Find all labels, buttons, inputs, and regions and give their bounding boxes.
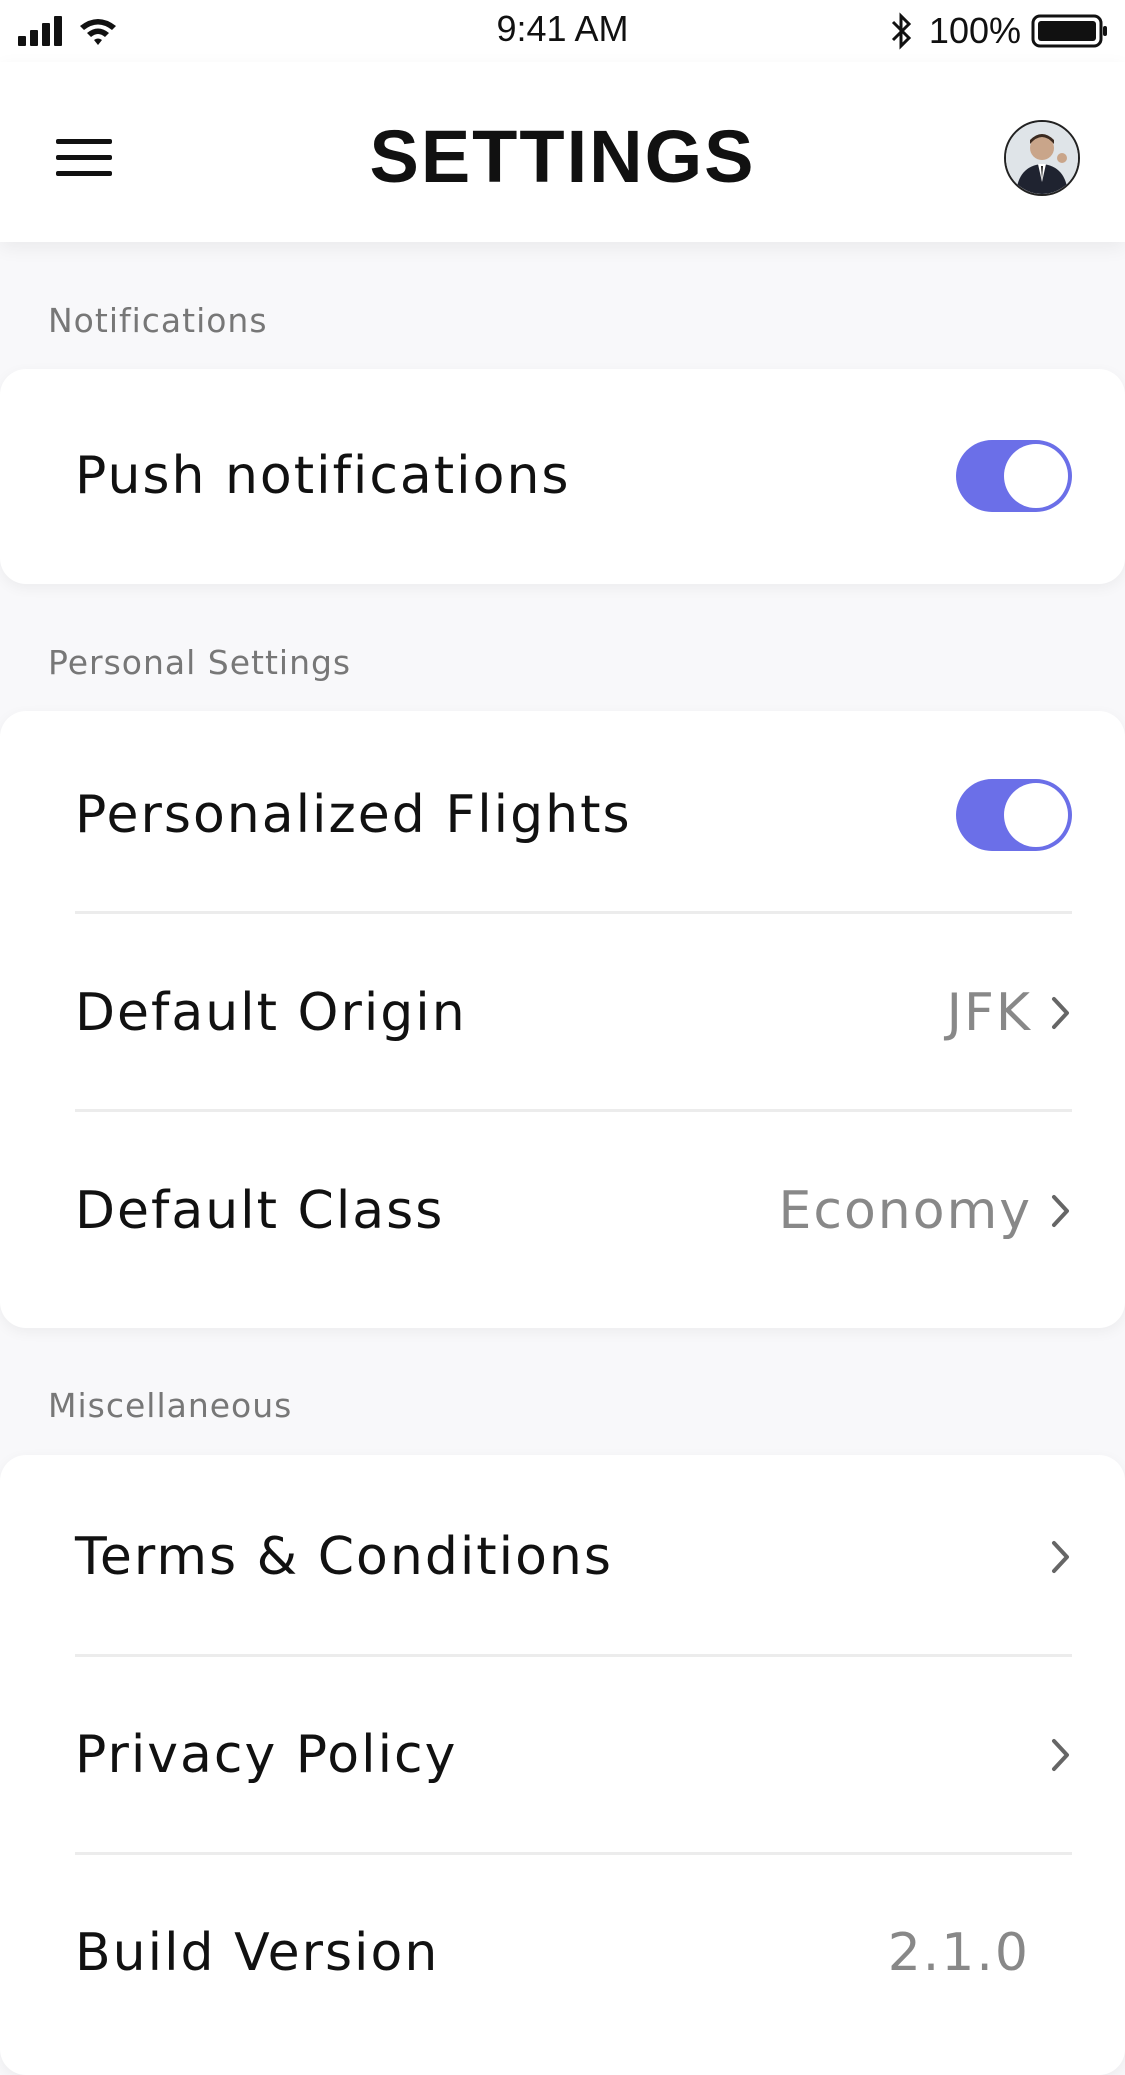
battery-percent: 100%: [928, 10, 1021, 51]
battery-icon: [1031, 14, 1107, 48]
terms-label: Terms & Conditions: [75, 1527, 613, 1587]
privacy-policy-row[interactable]: Privacy Policy: [75, 1656, 1072, 1854]
build-version-value: 2.1.0: [887, 1923, 1030, 1983]
chevron-right-icon: [1052, 997, 1069, 1029]
push-notifications-row: Push notifications: [75, 377, 1072, 575]
personalized-flights-row: Personalized Flights: [75, 716, 1072, 914]
push-notifications-label: Push notifications: [75, 446, 571, 506]
chevron-right-icon: [1052, 1541, 1069, 1573]
page-title: SETTINGS: [369, 115, 756, 198]
default-origin-value: JFK: [946, 983, 1032, 1043]
default-class-row[interactable]: Default Class Economy: [75, 1112, 1072, 1310]
avatar-person-icon: [1006, 122, 1078, 194]
personal-settings-card: Personalized Flights Default Origin JFK …: [0, 711, 1125, 1328]
section-label-notifications: Notifications: [48, 301, 268, 340]
section-label-personal-settings: Personal Settings: [48, 643, 352, 682]
default-class-value: Economy: [778, 1181, 1032, 1241]
chevron-right-icon: [1052, 1195, 1069, 1227]
build-version-label: Build Version: [75, 1923, 440, 1983]
miscellaneous-card: Terms & Conditions Privacy Policy Build …: [0, 1455, 1125, 2075]
bluetooth-icon: [891, 12, 912, 50]
chevron-right-icon: [1052, 1739, 1069, 1771]
status-bar: 9:41 AM 100%: [0, 0, 1125, 62]
default-origin-row[interactable]: Default Origin JFK: [75, 914, 1072, 1112]
user-avatar[interactable]: [1004, 120, 1080, 196]
personalized-flights-label: Personalized Flights: [75, 785, 632, 845]
push-notifications-toggle[interactable]: [956, 440, 1072, 512]
notifications-card: Push notifications: [0, 369, 1125, 584]
build-version-row: Build Version 2.1.0: [75, 1854, 1072, 2052]
privacy-policy-label: Privacy Policy: [75, 1725, 458, 1785]
default-origin-label: Default Origin: [75, 983, 467, 1043]
section-label-miscellaneous: Miscellaneous: [48, 1386, 293, 1425]
status-right-icons: 100%: [889, 10, 1109, 52]
personalized-flights-toggle[interactable]: [956, 779, 1072, 851]
default-class-label: Default Class: [75, 1181, 445, 1241]
app-header: SETTINGS: [0, 62, 1125, 242]
terms-row[interactable]: Terms & Conditions: [75, 1458, 1072, 1656]
